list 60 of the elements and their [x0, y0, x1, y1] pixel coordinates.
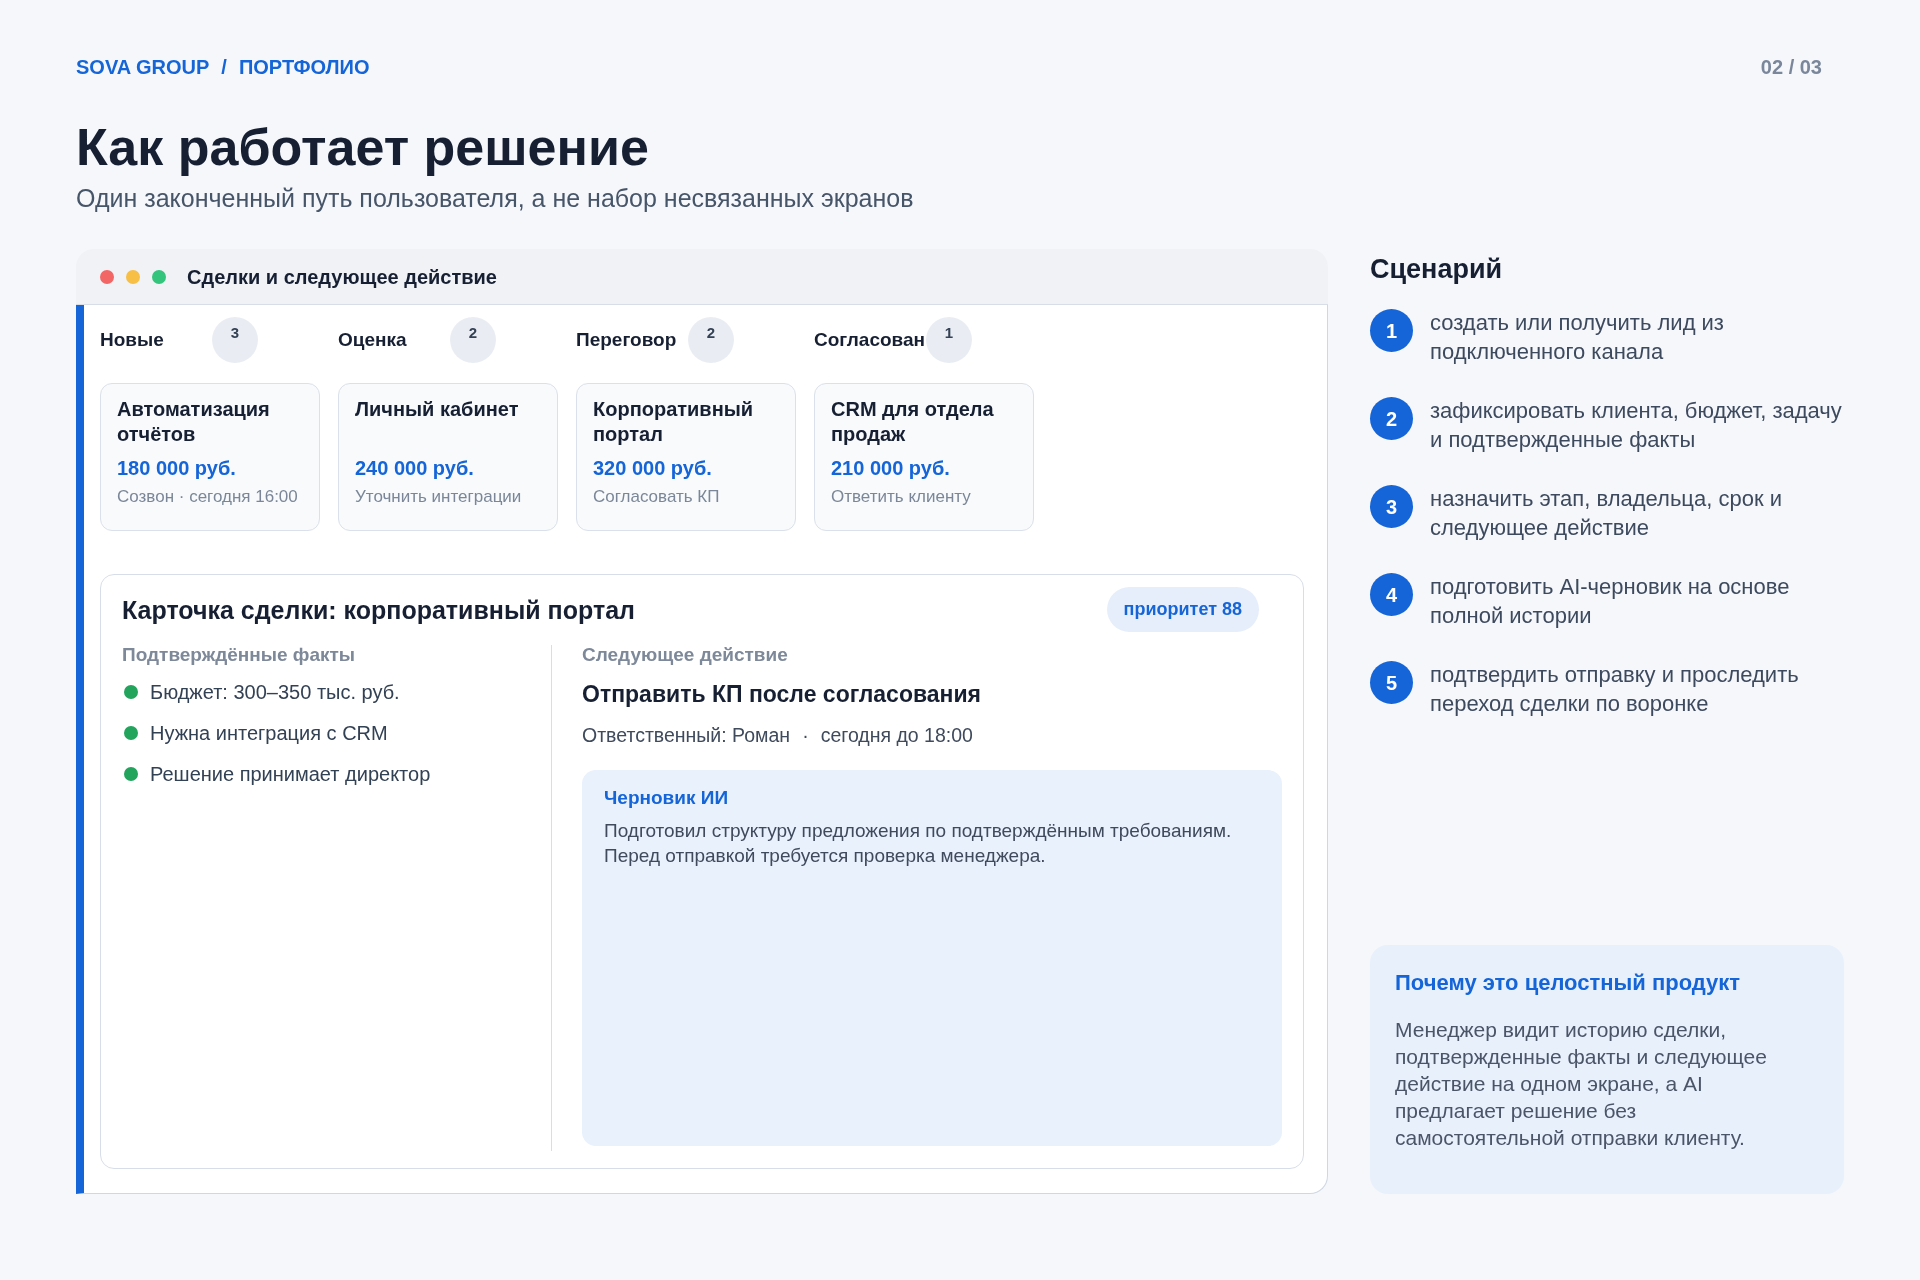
step-number: 5	[1370, 661, 1413, 704]
deal-title: Корпоративный портал	[593, 397, 755, 447]
deal-amount: 180 000 руб.	[117, 456, 237, 480]
deal-title: Автоматизация отчётов	[117, 397, 271, 447]
ai-draft-title: Черновик ИИ	[604, 786, 730, 810]
step-number: 3	[1370, 485, 1413, 528]
step-text: подготовить AI-черновик на основе полной истории	[1430, 573, 1791, 630]
breadcrumb-separator: /	[221, 55, 227, 79]
info-text: Менеджер видит историю сделки, подтвержденные факты и следующее действие на одном экране, а AI предлагает решение без самостоятельной отправки клиенту.	[1395, 1017, 1768, 1151]
deal-card[interactable]: Автоматизация отчётов 180 000 руб. Созвон · сегодня 16:00	[100, 383, 320, 531]
fact-text: Нужна интеграция с CRM	[150, 721, 388, 745]
step-number: 1	[1370, 309, 1413, 352]
count-badge: 2	[450, 317, 496, 363]
fact-text: Бюджет: 300–350 тыс. руб.	[150, 680, 400, 704]
deal-note: Согласовать КП	[593, 487, 721, 507]
stage-title: Согласован	[814, 328, 926, 352]
deal-note: Уточнить интеграции	[355, 487, 523, 507]
owner-text: Ответственный: Роман	[582, 723, 791, 747]
window-control-icon[interactable]	[100, 269, 114, 284]
count-badge: 2	[688, 317, 734, 363]
count-badge: 1	[926, 317, 972, 363]
deal-amount: 320 000 руб.	[593, 456, 713, 480]
section-label: Следующее действие	[582, 645, 789, 665]
stage-title: Оценка	[338, 328, 408, 352]
step-text: зафиксировать клиента, бюджет, задачу и подтвержденные факты	[1430, 397, 1843, 454]
window-control-icon[interactable]	[152, 269, 166, 284]
page-counter: 02 / 03	[1760, 55, 1822, 79]
separator-dot: ·	[802, 723, 809, 747]
ai-draft-text: Подготовил структуру предложения по подтверждённым требованиям. Перед отправкой требуется проверка менеджера.	[604, 819, 1233, 868]
breadcrumb-item: SOVA GROUP	[76, 55, 210, 79]
window-title: Сделки и следующее действие	[187, 264, 497, 289]
count-badge: 3	[212, 317, 258, 363]
deal-detail-title: Карточка сделки: корпоративный портал	[122, 594, 635, 625]
page-title: Как работает решение	[76, 117, 650, 177]
next-action-title: Отправить КП после согласования	[582, 680, 982, 708]
stage-title: Переговор	[576, 328, 678, 352]
info-title: Почему это целостный продукт	[1395, 970, 1742, 996]
priority-badge: приоритет 88	[1106, 587, 1259, 632]
fact-text: Решение принимает директор	[150, 762, 431, 786]
deal-title: Личный кабинет	[355, 397, 520, 422]
window-control-icon[interactable]	[126, 269, 140, 284]
scenario-title: Сценарий	[1370, 253, 1504, 286]
deal-note: Созвон · сегодня 16:00	[117, 487, 299, 507]
deal-title: CRM для отдела продаж	[831, 397, 995, 447]
page-subtitle: Один законченный путь пользователя, а не набор несвязанных экранов	[76, 183, 915, 213]
step-text: создать или получить лид из подключенного канала	[1430, 309, 1725, 366]
step-number: 2	[1370, 397, 1413, 440]
deal-note: Ответить клиенту	[831, 487, 972, 507]
section-label: Подтверждённые факты	[122, 645, 357, 665]
deal-card[interactable]: CRM для отдела продаж 210 000 руб. Ответить клиенту	[814, 383, 1034, 531]
due-text: сегодня до 18:00	[820, 723, 973, 747]
deal-amount: 210 000 руб.	[831, 456, 951, 480]
deal-card[interactable]: Корпоративный портал 320 000 руб. Согласовать КП	[576, 383, 796, 531]
step-text: назначить этап, владельца, срок и следующее действие	[1430, 485, 1783, 542]
deal-card[interactable]: Личный кабинет 240 000 руб. Уточнить интеграции	[338, 383, 558, 531]
step-number: 4	[1370, 573, 1413, 616]
step-text: подтвердить отправку и проследить переход сделки по воронке	[1430, 661, 1800, 718]
deal-amount: 240 000 руб.	[355, 456, 475, 480]
breadcrumb-item: ПОРТФОЛИО	[238, 55, 370, 79]
stage-title: Новые	[100, 328, 165, 352]
